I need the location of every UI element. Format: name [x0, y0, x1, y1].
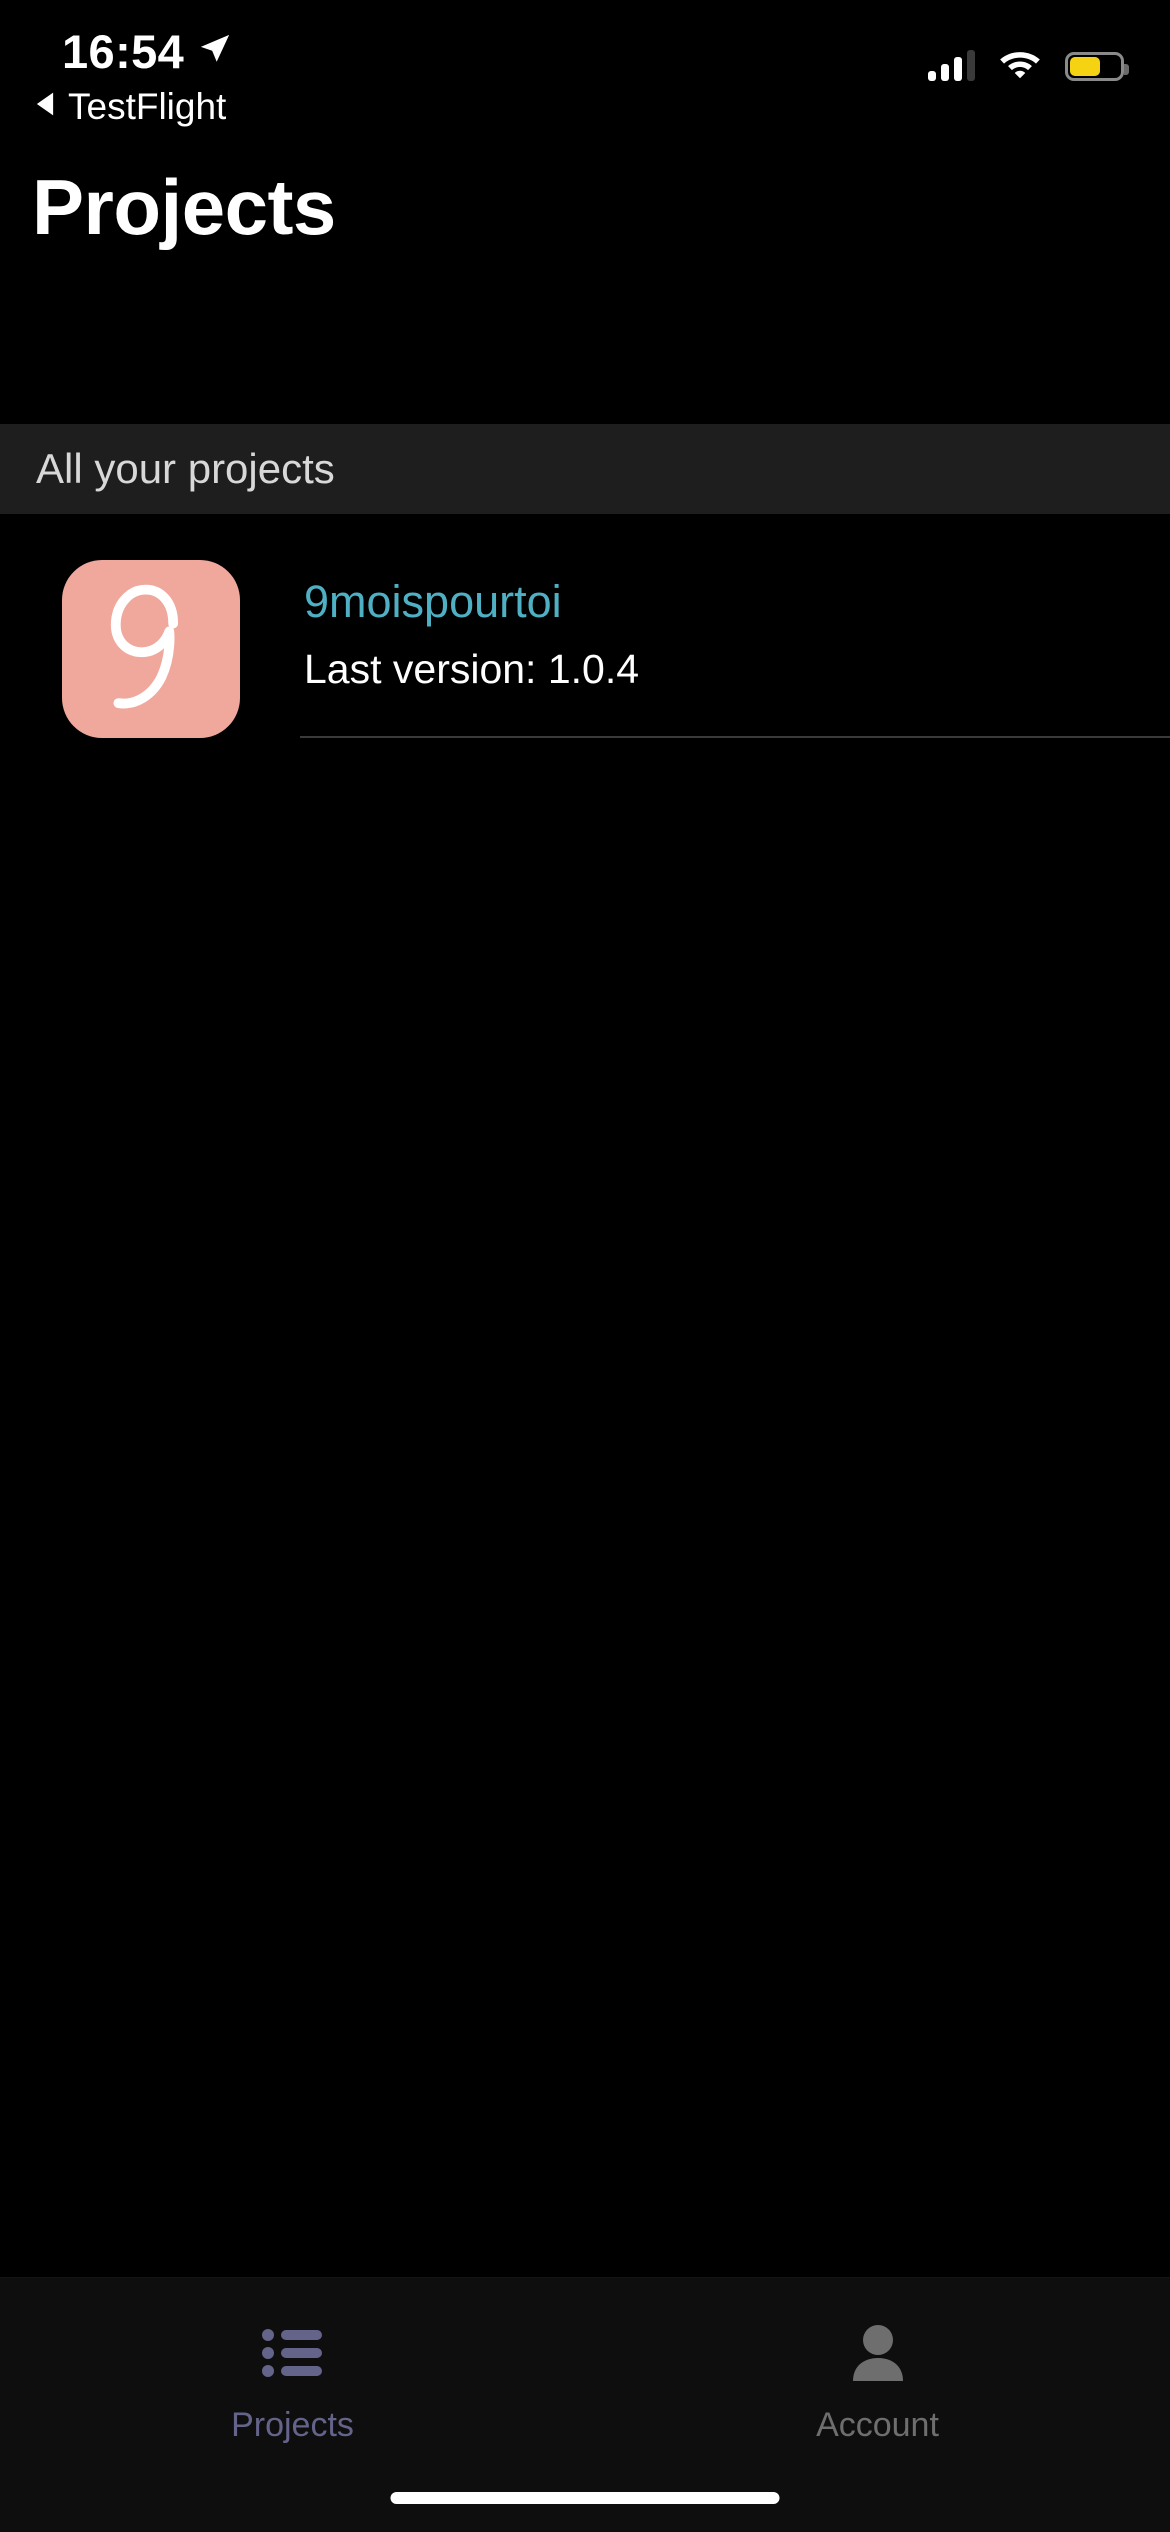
- section-header-label: All your projects: [36, 445, 335, 492]
- back-to-testflight-button[interactable]: TestFlight: [34, 88, 226, 125]
- projects-list: 9moispourtoi Last version: 1.0.4: [0, 514, 1170, 738]
- status-bar-right: [928, 48, 1129, 84]
- back-app-label: TestFlight: [68, 86, 227, 127]
- 9moispourtoi-app-icon: [62, 560, 240, 738]
- home-indicator[interactable]: [390, 2492, 780, 2504]
- script-nine-glyph: [110, 584, 179, 709]
- page-title: Projects: [32, 163, 336, 251]
- cellular-signal-icon: [928, 50, 975, 81]
- project-text-block: 9moispourtoi Last version: 1.0.4: [304, 560, 1170, 693]
- project-version: Last version: 1.0.4: [304, 645, 640, 692]
- tab-bar: Projects Account: [0, 2277, 1170, 2532]
- status-bar: 16:54 TestFlight: [0, 0, 1170, 150]
- tab-account-label: Account: [816, 2406, 939, 2444]
- status-bar-left: 16:54: [62, 28, 232, 75]
- project-name[interactable]: 9moispourtoi: [304, 576, 1170, 628]
- back-caret-icon: [34, 91, 56, 122]
- project-list-item[interactable]: 9moispourtoi Last version: 1.0.4: [0, 514, 1170, 738]
- person-icon: [851, 2316, 905, 2390]
- tab-projects-label: Projects: [231, 2406, 354, 2444]
- app-screen: 16:54 TestFlight Projects All your proje…: [0, 0, 1170, 2532]
- section-header: All your projects: [0, 424, 1170, 514]
- battery-fill: [1070, 56, 1101, 76]
- location-arrow-icon: [198, 32, 232, 71]
- bulleted-list-icon: [261, 2316, 324, 2390]
- battery-icon: [1065, 51, 1129, 81]
- list-row-divider: [300, 736, 1170, 738]
- wifi-icon: [999, 48, 1041, 84]
- clock-time: 16:54: [62, 25, 185, 78]
